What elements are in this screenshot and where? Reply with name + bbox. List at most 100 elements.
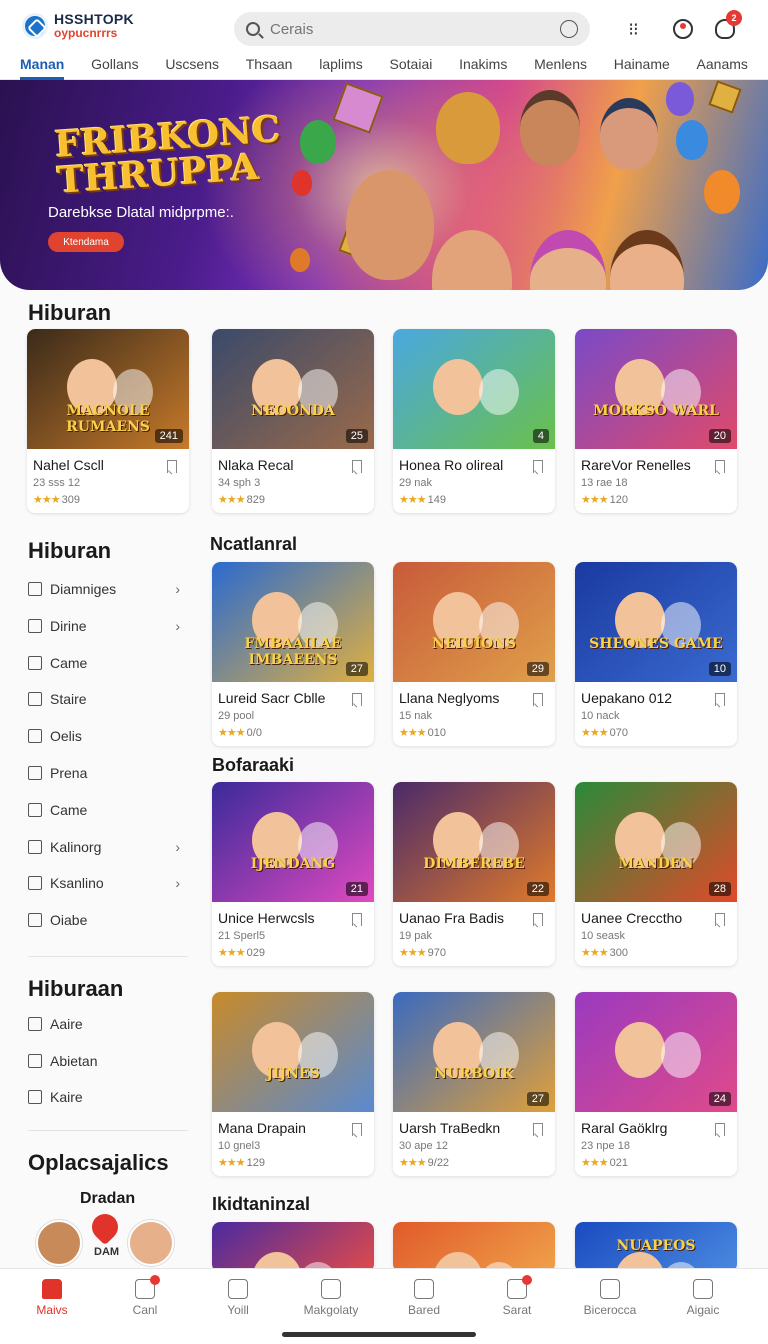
- nav-item-1[interactable]: Canl: [105, 1275, 185, 1317]
- rating-value: 010: [427, 727, 446, 739]
- sidebar-item[interactable]: Came: [28, 800, 188, 820]
- sidebar-item[interactable]: Oiabe: [28, 910, 188, 930]
- nav-item-7[interactable]: Aigaic: [663, 1279, 743, 1317]
- rating-value: 9/22: [427, 1157, 450, 1169]
- bookmark-icon[interactable]: [715, 460, 725, 473]
- search-bar[interactable]: [234, 12, 590, 46]
- game-card[interactable]: MACNOLE RUMAENS 241 Nahel Cscll 23 sss 12 ★★…: [27, 329, 189, 513]
- game-thumbnail[interactable]: IJENDANG 21: [212, 782, 374, 902]
- game-thumbnail[interactable]: NUAPEOS: [575, 1222, 737, 1272]
- bookmark-icon[interactable]: [167, 460, 177, 473]
- game-card[interactable]: NURBOIK 27 Uarsh TraBedkn 30 ape 12 ★★★ 9/22: [393, 992, 555, 1176]
- game-card[interactable]: [393, 1222, 555, 1272]
- sidebar-item[interactable]: Prena: [28, 763, 188, 783]
- bookmark-icon[interactable]: [533, 913, 543, 926]
- avatar[interactable]: [36, 1220, 82, 1266]
- search-input[interactable]: [270, 20, 560, 38]
- tab-0[interactable]: Manan: [20, 56, 65, 80]
- player-count-badge: 25: [345, 429, 368, 443]
- sidebar-item[interactable]: Kalinorg ›: [28, 837, 188, 857]
- thumbnail-title: NEIUIONS: [432, 636, 516, 652]
- bookmark-icon[interactable]: [533, 693, 543, 706]
- search-icon: [246, 22, 260, 36]
- bookmark-icon[interactable]: [533, 460, 543, 473]
- game-thumbnail[interactable]: NEIUIONS 29: [393, 562, 555, 682]
- game-thumbnail[interactable]: MORKSO WARL 20: [575, 329, 737, 449]
- sidebar-item[interactable]: Kaire: [28, 1087, 188, 1107]
- sidebar-item[interactable]: Oelis: [28, 726, 188, 746]
- game-thumbnail[interactable]: [212, 1222, 374, 1272]
- sidebar-item[interactable]: Came: [28, 653, 188, 673]
- game-thumbnail[interactable]: DIMBEREBE 22: [393, 782, 555, 902]
- game-thumbnail[interactable]: 4: [393, 329, 555, 449]
- sidebar-item-label: Came: [50, 801, 88, 818]
- game-card[interactable]: 24 Raral Gaöklrg 23 npe 18 ★★★ 021: [575, 992, 737, 1176]
- game-thumbnail[interactable]: MACNOLE RUMAENS 241: [27, 329, 189, 449]
- hero-cta-button[interactable]: Ktendama: [48, 232, 124, 252]
- game-card[interactable]: NEIUIONS 29 Llana Neglyoms 15 nak ★★★ 010: [393, 562, 555, 746]
- game-thumbnail[interactable]: NURBOIK 27: [393, 992, 555, 1112]
- bookmark-icon[interactable]: [715, 913, 725, 926]
- game-title: Nlaka Recal: [218, 457, 294, 473]
- bookmark-icon[interactable]: [352, 1123, 362, 1136]
- game-card[interactable]: SHEONES GAME 10 Uepakano 012 10 nack ★★★ 070: [575, 562, 737, 746]
- tab-3[interactable]: Thsaan: [246, 56, 293, 80]
- game-card[interactable]: 4 Honea Ro olireal 29 nak ★★★ 149: [393, 329, 555, 513]
- app-logo[interactable]: HSSHTOPK oypucnrrrs: [22, 12, 134, 40]
- sidebar-item[interactable]: Aaire: [28, 1014, 188, 1034]
- nav-item-6[interactable]: Bicerocca: [570, 1279, 650, 1317]
- sidebar-item[interactable]: Abietan: [28, 1051, 188, 1071]
- sidebar-item[interactable]: Diamniges ›: [28, 579, 188, 599]
- thumbnail-title: FMBAAILAE IMBAEENS: [244, 636, 342, 668]
- heart-icon[interactable]: [86, 1208, 124, 1246]
- nav-item-2[interactable]: Yoill: [198, 1279, 278, 1317]
- tab-8[interactable]: Hainame: [614, 56, 670, 80]
- player-count-badge: 20: [708, 429, 731, 443]
- bookmark-icon[interactable]: [352, 693, 362, 706]
- voice-search-icon[interactable]: [560, 20, 578, 38]
- game-card[interactable]: NEOONDA 25 Nlaka Recal 34 sph 3 ★★★ 829: [212, 329, 374, 513]
- clock-icon: [135, 1275, 160, 1299]
- game-thumbnail[interactable]: FMBAAILAE IMBAEENS 27: [212, 562, 374, 682]
- nav-item-0[interactable]: Maivs: [12, 1279, 92, 1317]
- tab-5[interactable]: Sotaiai: [390, 56, 433, 80]
- location-pin-icon[interactable]: [670, 16, 696, 42]
- game-thumbnail[interactable]: NEOONDA 25: [212, 329, 374, 449]
- game-thumbnail[interactable]: SHEONES GAME 10: [575, 562, 737, 682]
- game-card[interactable]: IJENDANG 21 Unice Herwcsls 21 Sperl5 ★★★ 029: [212, 782, 374, 966]
- tab-9[interactable]: Aanams: [697, 56, 748, 80]
- tab-1[interactable]: Gollans: [91, 56, 138, 80]
- tab-4[interactable]: laplims: [319, 56, 363, 80]
- sidebar-item[interactable]: Staire: [28, 689, 188, 709]
- tab-7[interactable]: Menlens: [534, 56, 587, 80]
- player-count-badge: 22: [526, 882, 549, 896]
- game-thumbnail[interactable]: JIJNES: [212, 992, 374, 1112]
- avatar[interactable]: [128, 1220, 174, 1266]
- game-card[interactable]: MANDEN 28 Uanee Crecctho 10 seask ★★★ 300: [575, 782, 737, 966]
- game-card[interactable]: MORKSO WARL 20 RareVor Renelles 13 rae 18 ★★…: [575, 329, 737, 513]
- sidebar-item[interactable]: Dirine ›: [28, 616, 188, 636]
- nav-item-5[interactable]: Sarat: [477, 1275, 557, 1317]
- bookmark-icon[interactable]: [352, 913, 362, 926]
- bookmark-icon[interactable]: [352, 460, 362, 473]
- sidebar-item[interactable]: Ksanlino ›: [28, 873, 188, 893]
- game-card[interactable]: JIJNES Mana Drapain 10 gnel3 ★★★ 129: [212, 992, 374, 1176]
- bookmark-icon[interactable]: [715, 1123, 725, 1136]
- game-thumbnail[interactable]: MANDEN 28: [575, 782, 737, 902]
- tab-2[interactable]: Uscsens: [165, 56, 219, 80]
- nav-item-4[interactable]: Bared: [384, 1279, 464, 1317]
- tab-6[interactable]: Inakims: [459, 56, 507, 80]
- menu-dots-icon[interactable]: ⁝⁝: [620, 16, 646, 42]
- game-card[interactable]: [212, 1222, 374, 1272]
- bookmark-icon[interactable]: [533, 1123, 543, 1136]
- game-card[interactable]: FMBAAILAE IMBAEENS 27 Lureid Sacr Cblle 29 …: [212, 562, 374, 746]
- bookmark-icon[interactable]: [715, 693, 725, 706]
- game-rating: ★★★ 010: [399, 726, 446, 739]
- game-card[interactable]: NUAPEOS: [575, 1222, 737, 1272]
- game-card[interactable]: DIMBEREBE 22 Uanao Fra Badis 19 pak ★★★ 970: [393, 782, 555, 966]
- game-thumbnail[interactable]: [393, 1222, 555, 1272]
- game-meta: 10 nack: [581, 710, 620, 722]
- hero-banner[interactable]: FRIBKONC THRUPPA: [0, 80, 768, 290]
- game-thumbnail[interactable]: 24: [575, 992, 737, 1112]
- nav-item-3[interactable]: Makgolaty: [291, 1279, 371, 1317]
